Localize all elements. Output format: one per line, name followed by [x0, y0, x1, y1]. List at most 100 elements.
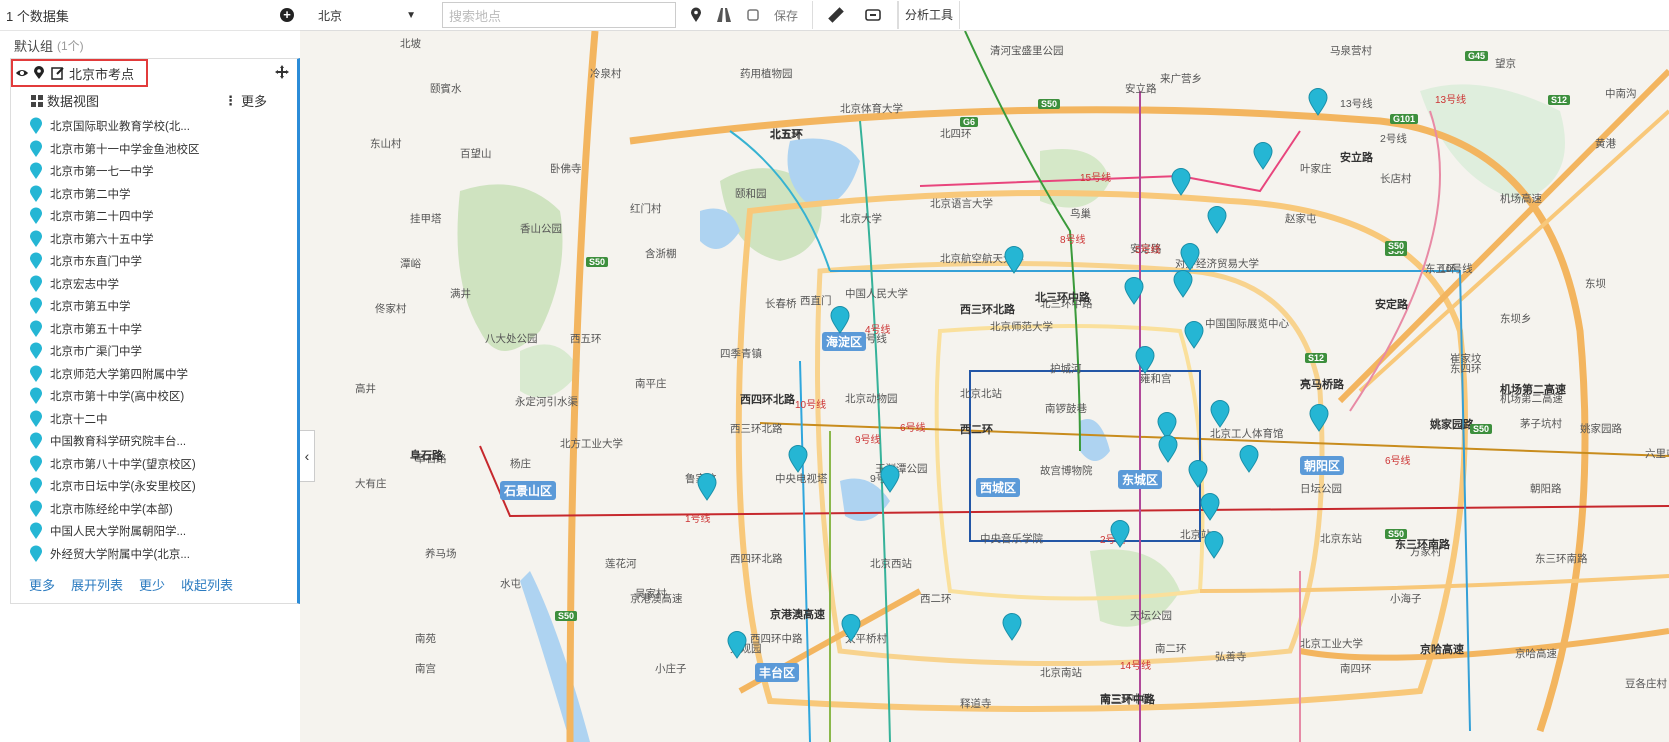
list-item[interactable]: 北京市第十一中学金鱼池校区	[29, 138, 200, 161]
screen-tool-icon[interactable]	[865, 8, 881, 22]
map-marker-icon[interactable]	[880, 465, 900, 493]
marker-tool-icon[interactable]	[690, 7, 702, 23]
list-item[interactable]: 北京十二中	[29, 408, 200, 431]
map-marker-icon[interactable]	[1207, 206, 1227, 234]
map-marker-icon[interactable]	[1239, 445, 1259, 473]
map-place-label: 大有庄	[355, 478, 387, 490]
list-item[interactable]: 中国人民大学附属朝阳学...	[29, 520, 200, 543]
link-collapse-list[interactable]: 收起列表	[181, 575, 233, 594]
group-row[interactable]: 默认组 (1个)	[0, 31, 300, 59]
poi-list: 北京国际职业教育学校(北... 北京市第十一中学金鱼池校区 北京市第一七一中学 北京市…	[29, 115, 200, 565]
list-item-label: 中国教育科学研究院丰台...	[50, 436, 187, 449]
map-marker-icon[interactable]	[1171, 168, 1191, 196]
edit-icon[interactable]	[51, 66, 65, 80]
subway-line-label: 13号线	[1435, 95, 1467, 106]
map-place-label: 颐和园	[735, 188, 767, 200]
road-tool-icon[interactable]	[716, 7, 732, 23]
map-marker-icon[interactable]	[1184, 321, 1204, 349]
highway-shield: S50	[586, 257, 609, 267]
search-input[interactable]: 搜索地点	[442, 2, 676, 28]
location-pin-icon	[29, 387, 43, 405]
eye-icon[interactable]	[15, 66, 29, 80]
map-place-label: 六里屯	[1645, 448, 1669, 460]
ruler-icon[interactable]	[827, 6, 845, 24]
map-place-label: 北方工业大学	[560, 438, 623, 450]
map-marker-icon[interactable]	[1004, 246, 1024, 274]
list-item[interactable]: 北京市日坛中学(永安里校区)	[29, 475, 200, 498]
map-marker-icon[interactable]	[1124, 277, 1144, 305]
map-marker-icon[interactable]	[841, 614, 861, 642]
list-item[interactable]: 北京市第六十五中学	[29, 228, 200, 251]
list-item[interactable]: 北京市东直门中学	[29, 250, 200, 273]
square-tool-icon[interactable]	[746, 8, 760, 22]
subway-line-label: 1号线	[685, 514, 711, 525]
map-place-label: 机场高速	[1500, 193, 1542, 205]
map-marker-icon[interactable]	[1188, 460, 1208, 488]
more-menu[interactable]: ⋮ 更多	[224, 91, 267, 110]
map-marker-icon[interactable]	[1210, 400, 1230, 428]
data-view-toggle[interactable]: 数据视图	[31, 91, 99, 110]
add-dataset-icon[interactable]: +	[280, 8, 294, 22]
list-item[interactable]: 北京市第二中学	[29, 183, 200, 206]
map-place-label: 南二环	[1155, 643, 1187, 655]
list-item[interactable]: 北京市第五十中学	[29, 318, 200, 341]
list-item[interactable]: 北京市广渠门中学	[29, 340, 200, 363]
map-marker-icon[interactable]	[788, 445, 808, 473]
map-marker-icon[interactable]	[727, 631, 747, 659]
map-place-label: 京港澳高速	[630, 593, 683, 605]
list-item-label: 北京市第五中学	[50, 301, 131, 314]
subway-line-label: 6号线	[900, 423, 926, 434]
analysis-tools-button[interactable]: 分析工具	[898, 1, 961, 29]
location-icon[interactable]	[33, 66, 47, 80]
map-place-label: 南锣鼓巷	[1045, 403, 1087, 415]
map-place-label: 潭峪	[400, 258, 421, 270]
save-button[interactable]: 保存	[774, 7, 798, 24]
list-item[interactable]: 北京市第一七一中学	[29, 160, 200, 183]
map-marker-icon[interactable]	[1002, 613, 1022, 641]
list-item[interactable]: 北京市第二十四中学	[29, 205, 200, 228]
map-marker-icon[interactable]	[1110, 520, 1130, 548]
layer-title-row[interactable]: 北京市考点	[11, 59, 148, 87]
map-place-label: 鸟巢	[1070, 208, 1091, 220]
location-pin-icon	[29, 342, 43, 360]
map-marker-icon[interactable]	[1135, 346, 1155, 374]
map-place-label: 杨庄	[510, 458, 531, 470]
link-more[interactable]: 更多	[29, 575, 55, 594]
map-marker-icon[interactable]	[1180, 243, 1200, 271]
list-item[interactable]: 北京市陈经纶中学(本部)	[29, 498, 200, 521]
map-marker-icon[interactable]	[1158, 435, 1178, 463]
map-place-label: 北京北站	[960, 388, 1002, 400]
link-less[interactable]: 更少	[139, 575, 165, 594]
list-item[interactable]: 中国教育科学研究院丰台...	[29, 430, 200, 453]
map-marker-icon[interactable]	[1173, 270, 1193, 298]
map-marker-icon[interactable]	[1204, 531, 1224, 559]
map-marker-icon[interactable]	[830, 306, 850, 334]
collapse-panel-button[interactable]: ‹	[300, 430, 315, 482]
map-place-label: 颐賓水	[430, 83, 462, 95]
list-item[interactable]: 北京师范大学第四附属中学	[29, 363, 200, 386]
toolbar-divider	[812, 1, 814, 29]
map-place-label: 西五环	[570, 333, 602, 345]
search-placeholder: 搜索地点	[449, 8, 502, 24]
list-item[interactable]: 北京市第八十中学(望京校区)	[29, 453, 200, 476]
map-canvas[interactable]: 北坡 冷泉村 药用植物园 清河宝盛里公园 来广营乡 马泉营村 颐賓水 北京体育大学 东山村 百望山…	[300, 31, 1669, 742]
map-marker-icon[interactable]	[697, 473, 717, 501]
district-badge: 海淀区	[822, 332, 867, 351]
map-place-label: 挂甲塔	[410, 213, 442, 225]
list-item[interactable]: 北京宏志中学	[29, 273, 200, 296]
city-select[interactable]: 北京 ▼	[318, 1, 428, 29]
list-item[interactable]: 北京市第十中学(高中校区)	[29, 385, 200, 408]
map-place-label: 安立路	[1125, 83, 1157, 95]
map-marker-icon[interactable]	[1309, 404, 1329, 432]
map-marker-icon[interactable]	[1253, 142, 1273, 170]
map-place-label: 冷泉村	[590, 68, 622, 80]
list-item[interactable]: 外经贸大学附属中学(北京...	[29, 543, 200, 566]
list-item[interactable]: 北京市第五中学	[29, 295, 200, 318]
link-expand-list[interactable]: 展开列表	[71, 575, 123, 594]
list-item-label: 中国人民大学附属朝阳学...	[50, 526, 187, 539]
list-item[interactable]: 北京国际职业教育学校(北...	[29, 115, 200, 138]
map-marker-icon[interactable]	[1308, 88, 1328, 116]
map-place-label: 佟家村	[375, 303, 407, 315]
map-marker-icon[interactable]	[1200, 493, 1220, 521]
move-icon[interactable]	[275, 65, 289, 82]
